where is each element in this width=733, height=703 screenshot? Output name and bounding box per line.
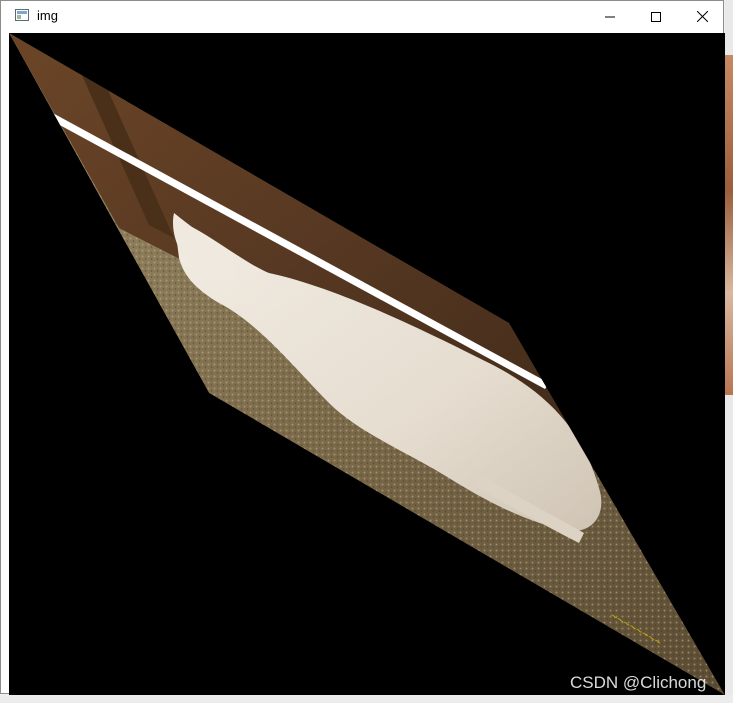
minimize-button[interactable] [587, 1, 633, 32]
app-window-icon [15, 9, 29, 21]
image-window: img ~~~~~~~~ [0, 0, 725, 695]
background-thumbnail [725, 55, 733, 395]
close-button[interactable] [679, 1, 725, 32]
title-bar[interactable]: img [1, 1, 723, 32]
background-taskbar-edge [0, 695, 733, 703]
close-icon [696, 11, 708, 22]
image-canvas: ~~~~~~~~ [9, 33, 725, 695]
minimize-icon [605, 16, 615, 17]
window-title: img [37, 8, 58, 23]
watermark: CSDN @Clichong [570, 673, 707, 692]
maximize-button[interactable] [633, 1, 679, 32]
maximize-icon [651, 11, 661, 22]
warped-goat-image: ~~~~~~~~ [9, 33, 725, 695]
